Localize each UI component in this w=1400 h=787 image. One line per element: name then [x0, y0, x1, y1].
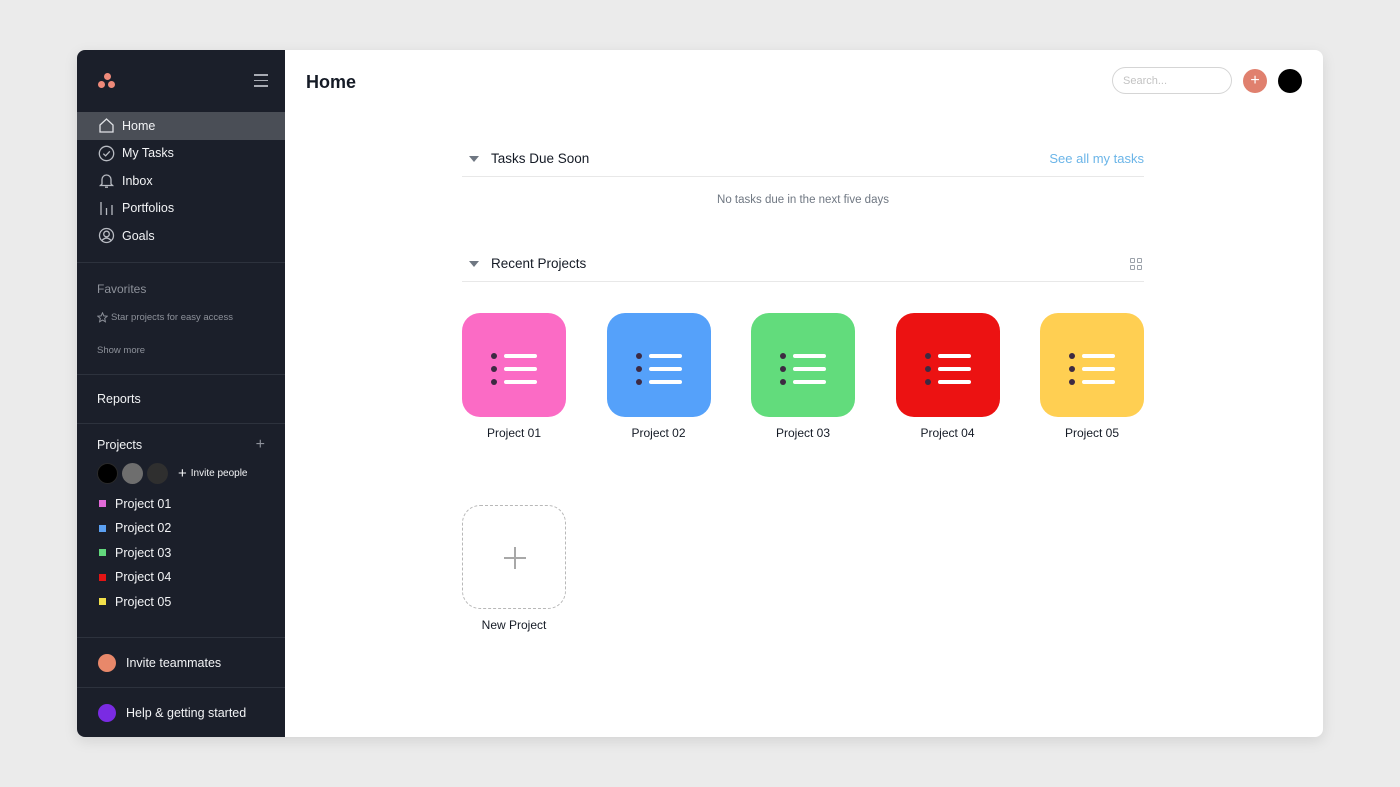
project-tile-icon — [606, 313, 711, 417]
member-avatar[interactable] — [122, 462, 143, 484]
person-icon — [97, 227, 115, 245]
logo-icon[interactable] — [98, 73, 116, 89]
projects-section: Projects + + Invite people Project 01 Pr… — [77, 424, 285, 615]
section-header: Recent Projects — [462, 246, 1144, 282]
project-tile[interactable]: Project 02 — [606, 313, 711, 440]
list-icon — [1069, 349, 1115, 388]
project-tile-icon — [462, 313, 566, 417]
project-color-swatch — [99, 549, 106, 557]
sidebar-item-label: Goals — [122, 228, 155, 243]
list-icon — [491, 349, 537, 388]
home-icon — [97, 117, 115, 135]
user-avatar[interactable] — [1278, 69, 1302, 93]
app-window: Home My Tasks Inbox Portfolios Goals Fav… — [77, 50, 1323, 737]
page-title: Home — [306, 72, 357, 92]
invite-teammates-icon — [98, 653, 116, 672]
project-color-swatch — [99, 598, 106, 606]
project-tile[interactable]: Project 03 — [751, 313, 855, 440]
project-tiles: Project 01 Project 02 Project 03 Project… — [462, 313, 1152, 440]
star-icon — [97, 311, 108, 323]
help-icon — [98, 703, 116, 722]
bell-icon — [97, 172, 115, 190]
list-icon — [924, 349, 971, 388]
project-tile-icon — [895, 313, 1000, 417]
tasks-due-soon-section: Tasks Due Soon See all my tasks No tasks… — [462, 141, 1144, 206]
sidebar-project-item[interactable]: Project 05 — [97, 590, 265, 615]
projects-header: Projects + — [97, 436, 265, 453]
sidebar-item-label: Inbox — [122, 173, 153, 188]
check-circle-icon — [97, 144, 115, 162]
show-more-link[interactable]: Show more — [97, 345, 145, 356]
sidebar-header — [77, 50, 285, 112]
favorites-title: Favorites — [97, 281, 147, 296]
new-project-label: New Project — [481, 618, 547, 632]
favorites-hint: Star projects for easy access — [97, 311, 265, 323]
plus-icon: + — [178, 464, 187, 482]
project-color-swatch — [99, 500, 106, 508]
new-project-tile[interactable]: New Project — [462, 505, 566, 632]
see-all-tasks-link[interactable]: See all my tasks — [1049, 151, 1144, 166]
sidebar-project-item[interactable]: Project 02 — [97, 516, 265, 541]
sidebar-project-item[interactable]: Project 01 — [97, 492, 265, 517]
member-avatar[interactable] — [97, 462, 118, 484]
add-project-button[interactable]: + — [256, 436, 265, 453]
sidebar-item-my-tasks[interactable]: My Tasks — [77, 140, 285, 168]
project-tile[interactable]: Project 04 — [895, 313, 1000, 440]
project-tile-icon — [1040, 313, 1144, 417]
member-avatar[interactable] — [147, 462, 168, 484]
collapse-caret-icon[interactable] — [469, 155, 479, 162]
sidebar-item-label: Portfolios — [122, 201, 175, 216]
sidebar-footer: Invite teammates Help & getting started — [77, 637, 285, 737]
sidebar-item-portfolios[interactable]: Portfolios — [77, 195, 285, 223]
sidebar-project-item[interactable]: Project 04 — [97, 565, 265, 590]
sidebar-item-label: Home — [122, 118, 156, 133]
grid-view-icon[interactable] — [1130, 257, 1142, 270]
section-title: Tasks Due Soon — [491, 151, 590, 166]
sidebar-item-label: My Tasks — [122, 146, 174, 161]
sidebar-project-item[interactable]: Project 03 — [97, 541, 265, 566]
project-tile-icon — [751, 313, 855, 417]
sidebar: Home My Tasks Inbox Portfolios Goals Fav… — [77, 50, 285, 737]
project-tile-label: Project 04 — [920, 426, 975, 440]
project-tile-label: Project 03 — [775, 426, 831, 440]
project-list: Project 01 Project 02 Project 03 Project… — [97, 492, 265, 615]
collapse-caret-icon[interactable] — [469, 260, 479, 267]
project-color-swatch — [99, 573, 106, 581]
project-tile[interactable]: Project 01 — [462, 313, 566, 440]
quick-add-button[interactable]: + — [1243, 69, 1267, 93]
empty-state-text: No tasks due in the next five days — [717, 194, 889, 206]
list-icon — [780, 349, 826, 388]
help-button[interactable]: Help & getting started — [77, 688, 285, 737]
project-tile-label: Project 02 — [631, 426, 686, 440]
project-color-swatch — [99, 524, 106, 532]
sidebar-item-inbox[interactable]: Inbox — [77, 167, 285, 195]
sidebar-item-home[interactable]: Home — [77, 112, 285, 140]
section-header: Tasks Due Soon See all my tasks — [462, 141, 1144, 177]
bar-chart-icon — [97, 199, 115, 217]
project-tile-label: Project 01 — [486, 426, 542, 440]
sidebar-nav: Home My Tasks Inbox Portfolios Goals — [77, 112, 285, 262]
team-members: + Invite people — [97, 462, 265, 484]
recent-projects-section: Recent Projects — [462, 246, 1144, 282]
main-content: Home + Tasks Due Soon See all my tasks N… — [285, 50, 1323, 737]
project-tile-label: Project 05 — [1064, 426, 1120, 440]
favorites-section: Favorites Star projects for easy access … — [77, 263, 285, 374]
new-project-box — [462, 505, 566, 609]
sidebar-item-reports[interactable]: Reports — [77, 375, 285, 423]
sidebar-item-goals[interactable]: Goals — [77, 222, 285, 250]
invite-people-button[interactable]: + Invite people — [178, 466, 247, 481]
search-input[interactable] — [1112, 67, 1232, 94]
list-icon — [635, 349, 682, 388]
project-tile[interactable]: Project 05 — [1040, 313, 1144, 440]
menu-icon[interactable] — [254, 74, 268, 87]
invite-teammates-button[interactable]: Invite teammates — [77, 638, 285, 687]
section-title: Recent Projects — [491, 256, 587, 271]
projects-title: Projects — [97, 437, 143, 452]
